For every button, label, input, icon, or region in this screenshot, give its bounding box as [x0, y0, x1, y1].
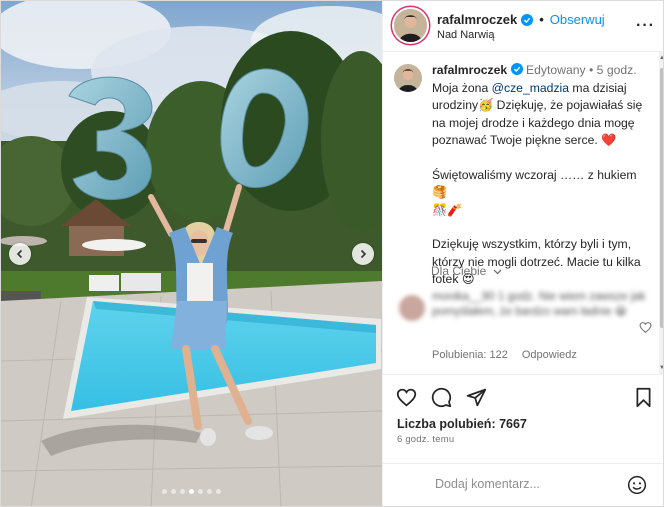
previous-slide-button[interactable] [9, 243, 31, 265]
caption-paragraph-2: Świętowaliśmy wczoraj …… z hukiem 🥞 🎊🧨 [432, 167, 654, 220]
post-actions: Liczba polubień: 7667 6 godz. temu [383, 374, 663, 506]
birthday-emoji: 🥳 [478, 98, 494, 112]
carousel-dot [180, 489, 185, 494]
heart-outline-icon[interactable] [639, 321, 652, 334]
scroll-down-icon[interactable]: ▼ [659, 364, 663, 372]
caption-text: Świętowaliśmy wczoraj …… z hukiem [432, 167, 637, 182]
comment-body: monika__90 1 godz. Nie wiem zawsze jak p… [432, 291, 646, 318]
carousel-dot [198, 489, 203, 494]
scroll-up-icon[interactable]: ▲ [659, 54, 663, 62]
carousel-dot [216, 489, 221, 494]
author-username[interactable]: rafalmroczek [437, 12, 517, 27]
party-emoji: 🎊 [432, 202, 448, 217]
for-you-label: Dla Ciebie [431, 264, 487, 278]
caption-paragraph-3: Dziękuję wszystkim, którzy byli i tym, k… [432, 236, 654, 289]
separator-dot: • [589, 63, 597, 77]
comments-scrollbar[interactable]: ▲ ▼ [659, 52, 663, 374]
carousel-dot [189, 489, 194, 494]
carousel-indicator [1, 489, 382, 494]
comment-emoji: 😀 [614, 306, 627, 318]
emoji-picker-icon[interactable] [627, 475, 647, 495]
add-comment-bar [383, 463, 663, 506]
for-you-toggle[interactable]: Dla Ciebie [431, 264, 502, 278]
comment-item: monika__90 1 godz. Nie wiem zawsze jak p… [394, 290, 656, 361]
post-timestamp[interactable]: 6 godz. temu [397, 434, 454, 445]
share-paper-plane-icon[interactable] [466, 387, 487, 408]
chevron-left-icon [16, 249, 23, 259]
comment-text: monika__90 1 godz. Nie wiem zawsze jak p… [432, 290, 656, 320]
verified-badge-icon [510, 63, 523, 75]
likes-count[interactable]: Liczba polubień: 7667 [397, 417, 527, 431]
carousel-dot [162, 489, 167, 494]
caption-username[interactable]: rafalmroczek [432, 63, 507, 77]
carousel-dot [207, 489, 212, 494]
follow-button[interactable]: Obserwuj [550, 12, 605, 27]
heart-emoji: ❤️ [601, 133, 617, 147]
next-slide-button[interactable] [352, 243, 374, 265]
comment-likes[interactable]: Polubienia: 122 [432, 349, 508, 361]
post-side-panel: rafalmroczek • Obserwuj Nad Narwią ··· r… [382, 1, 663, 506]
reply-button[interactable]: Odpowiedz [522, 349, 577, 361]
comment-input[interactable] [435, 477, 615, 491]
separator-dot: • [539, 12, 544, 27]
verified-badge-icon [521, 13, 534, 26]
chevron-right-icon [360, 249, 367, 259]
post-header: rafalmroczek • Obserwuj Nad Narwią ··· [383, 1, 663, 52]
comment-bubble-icon[interactable] [431, 387, 452, 408]
comments-section: rafalmroczek Edytowany • 5 godz. Moja żo… [383, 52, 659, 374]
author-avatar[interactable] [394, 9, 427, 42]
cake-emoji: 🥞 [432, 185, 448, 199]
scroll-thumb[interactable] [660, 68, 663, 328]
instagram-post: rafalmroczek • Obserwuj Nad Narwią ··· r… [0, 0, 664, 507]
post-photo[interactable] [1, 1, 382, 506]
commenter-avatar[interactable] [399, 295, 425, 321]
firecracker-emoji: 🧨 [447, 202, 463, 217]
carousel-dot [171, 489, 176, 494]
photo-image [1, 1, 382, 506]
chevron-down-icon [493, 269, 502, 275]
caption-text: Moja żona [432, 80, 492, 95]
like-heart-icon[interactable] [396, 387, 417, 408]
caption-avatar[interactable] [394, 64, 422, 92]
bookmark-icon[interactable] [633, 387, 654, 408]
edited-label: Edytowany [525, 63, 586, 77]
post-location[interactable]: Nad Narwią [437, 29, 494, 41]
caption-paragraph-1: rafalmroczek Edytowany • 5 godz. Moja żo… [432, 62, 654, 150]
mention-link[interactable]: @cze_madzia [492, 81, 569, 95]
more-options-button[interactable]: ··· [636, 17, 655, 35]
caption-time[interactable]: 5 godz. [597, 63, 637, 77]
